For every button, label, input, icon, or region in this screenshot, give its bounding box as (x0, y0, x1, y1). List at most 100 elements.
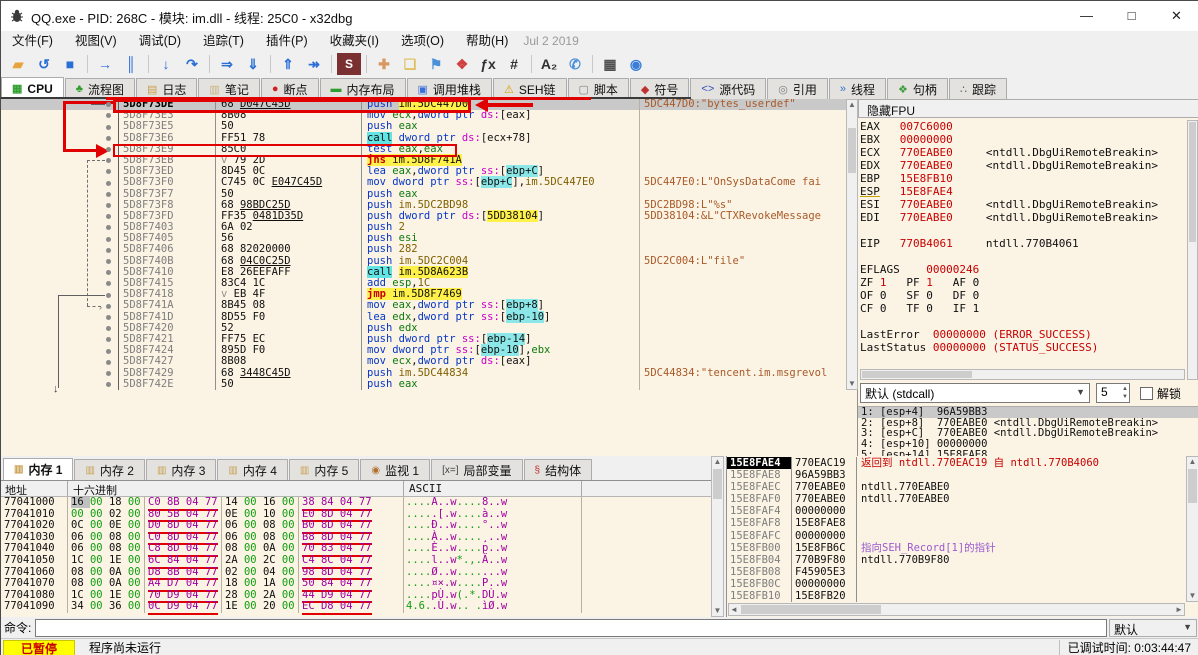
register-line[interactable] (860, 315, 1185, 328)
script-icon[interactable]: S (337, 53, 361, 75)
globe-icon[interactable]: ◉ (624, 53, 648, 75)
bookmarks-icon[interactable]: ❖ (450, 53, 474, 75)
step-out-icon[interactable]: ⇑ (276, 53, 300, 75)
disasm-row[interactable]: 5D8F7429 68 3448C45D push im.5DC44834 5DC44… (1, 367, 846, 379)
disasm-row[interactable]: 5D8F742E 50 push eax (1, 378, 846, 390)
breakpoint-dot[interactable] (106, 135, 111, 141)
breakpoint-dot[interactable] (106, 348, 111, 354)
patches-icon[interactable]: ✚ (372, 53, 396, 75)
tab-CPU[interactable]: ▦ CPU (1, 77, 64, 99)
tab-SEH链[interactable]: ⚠ SEH链 (492, 78, 567, 99)
registers-hscrollbar[interactable] (860, 369, 1185, 380)
tab-句柄[interactable]: ❖ 句柄 (887, 78, 948, 99)
register-line[interactable]: ESI 770EABE0 <ntdll.DbgUiRemoteBreakin> (860, 198, 1185, 211)
breakpoint-dot[interactable] (106, 124, 111, 130)
register-line[interactable]: EDX 770EABE0 <ntdll.DbgUiRemoteBreakin> (860, 159, 1185, 172)
stack-row[interactable]: 15E8FB00 15E8FB6C 指向SEH_Record[1]的指针 (727, 541, 1185, 554)
register-line[interactable] (860, 250, 1185, 263)
pause-icon[interactable]: ║ (119, 53, 143, 75)
calling-convention-dropdown[interactable]: 默认 (stdcall) ▼ (860, 383, 1090, 403)
stack-row[interactable]: 15E8FAE8 96A59BB3 (727, 469, 1185, 482)
step-into-icon[interactable]: ↓ (154, 53, 178, 75)
register-line[interactable]: LastStatus 00000000 (STATUS_SUCCESS) (860, 341, 1185, 354)
stack-hscrollbar[interactable]: ◄ ► (728, 603, 1185, 616)
hide-fpu-button[interactable]: 隐藏FPU (858, 99, 1198, 118)
breakpoint-dot[interactable] (106, 147, 111, 152)
register-line[interactable]: OF 0 SF 0 DF 0 (860, 289, 1185, 302)
breakpoint-dot[interactable] (106, 191, 111, 197)
step-over-icon[interactable]: ↷ (180, 53, 204, 75)
stack-row[interactable]: 15E8FB10 15E8FB20 (727, 590, 1185, 602)
tab-调用堆栈[interactable]: ▣ 调用堆栈 (406, 78, 492, 99)
menu-视图(V)[interactable]: 视图(V) (64, 31, 128, 51)
stack-row[interactable]: 15E8FAF8 15E8FAE8 (727, 517, 1185, 530)
register-line[interactable]: EBX 00000000 (860, 133, 1185, 146)
tab-线程[interactable]: » 线程 (828, 78, 887, 99)
tab-符号[interactable]: ◆ 符号 (629, 78, 690, 99)
debug-device-icon[interactable]: ✆ (563, 53, 587, 75)
register-line[interactable]: EBP 15E8FB10 (860, 172, 1185, 185)
menu-帮助(H)[interactable]: 帮助(H) (455, 31, 519, 51)
unlock-checkbox[interactable] (1140, 386, 1153, 400)
run-icon[interactable]: → (93, 53, 117, 75)
stack-row[interactable]: 15E8FB04 770B9F80 ntdll.770B9F80 (727, 553, 1185, 566)
stack-row[interactable]: 15E8FAE4 770EAC19 返回到 ntdll.770EAC19 自 ntd… (727, 457, 1185, 470)
stack-row[interactable]: 15E8FAEC 770EABE0 ntdll.770EABE0 (727, 481, 1185, 494)
register-line[interactable]: ECX 770EABE0 <ntdll.DbgUiRemoteBreakin> (860, 146, 1185, 159)
registers-vscrollbar[interactable] (1187, 120, 1198, 380)
tab-内存 4[interactable]: ▥ 内存 4 (217, 459, 288, 480)
breakpoint-dot[interactable] (106, 303, 111, 309)
tab-监视 1[interactable]: ◉ 监视 1 (360, 459, 431, 480)
menu-文件(F)[interactable]: 文件(F) (1, 31, 64, 51)
disasm-row[interactable]: 5D8F73F0 C745 0C E047C45D mov dword ptr ss… (1, 176, 846, 189)
menu-插件(P)[interactable]: 插件(P) (255, 31, 319, 51)
restart-icon[interactable]: ↺ (32, 53, 56, 75)
menu-选项(O)[interactable]: 选项(O) (390, 31, 455, 51)
register-line[interactable]: LastError 00000000 (ERROR_SUCCESS) (860, 328, 1185, 341)
tab-日志[interactable]: ▤ 日志 (135, 78, 198, 99)
stack-vscrollbar[interactable]: ▲ ▼ (1186, 456, 1198, 602)
breakpoint-dot[interactable] (106, 359, 111, 365)
tab-流程图[interactable]: ♣ 流程图 (64, 78, 135, 99)
stack-row[interactable]: 15E8FB08 F45905E3 (727, 565, 1185, 578)
register-line[interactable] (860, 224, 1185, 237)
breakpoint-dot[interactable] (106, 247, 111, 253)
breakpoint-dot[interactable] (106, 259, 111, 264)
register-line[interactable]: CF 0 TF 0 IF 1 (860, 302, 1185, 315)
dump-vscrollbar[interactable]: ▲ ▼ (711, 456, 724, 617)
menu-收藏夹(I)[interactable]: 收藏夹(I) (319, 31, 390, 51)
tab-内存 1[interactable]: ▥ 内存 1 (3, 458, 74, 480)
register-line[interactable]: EFLAGS 00000246 (860, 263, 1185, 276)
stack-row[interactable]: 15E8FB0C 00000000 (727, 577, 1185, 591)
stop-icon[interactable]: ■ (58, 53, 82, 75)
breakpoint-dot[interactable] (106, 371, 111, 376)
command-profile-dropdown[interactable]: 默认 ▼ (1109, 618, 1197, 637)
tab-脚本[interactable]: ▢ 脚本 (567, 78, 629, 99)
register-line[interactable]: EDI 770EABE0 <ntdll.DbgUiRemoteBreakin> (860, 211, 1185, 224)
stack-row[interactable]: 15E8FAFC 00000000 (727, 529, 1185, 542)
register-line[interactable]: ZF 1 PF 1 AF 0 (860, 276, 1185, 289)
tab-内存 5[interactable]: ▥ 内存 5 (288, 459, 360, 480)
close-button[interactable]: ✕ (1154, 1, 1198, 31)
comments-icon[interactable]: ❏ (398, 53, 422, 75)
tab-结构体[interactable]: § 结构体 (523, 459, 593, 480)
register-line[interactable]: EIP 770B4061 ntdll.770B4061 (860, 237, 1185, 250)
labels-icon[interactable]: ⚑ (424, 53, 448, 75)
breakpoint-dot[interactable] (106, 236, 111, 242)
tab-内存 2[interactable]: ▥ 内存 2 (74, 459, 145, 480)
stack-row[interactable]: 15E8FAF0 770EABE0 ntdll.770EABE0 (727, 493, 1185, 506)
disassembly-vscrollbar[interactable]: ▲ ▼ (846, 99, 858, 390)
assembler-icon[interactable]: A₂ (537, 53, 561, 75)
open-file-icon[interactable]: ▰ (6, 53, 30, 75)
register-line[interactable]: ESP 15E8FAE4 (860, 185, 1185, 198)
tab-局部变量[interactable]: [x=] 局部变量 (431, 459, 523, 480)
breakpoint-dot[interactable] (106, 292, 111, 298)
analysis-icon[interactable]: # (502, 53, 526, 75)
calculator-icon[interactable]: ▦ (598, 53, 622, 75)
menu-追踪(T)[interactable]: 追踪(T) (192, 31, 255, 51)
register-line[interactable]: EAX 007C6000 (860, 120, 1185, 133)
tab-引用[interactable]: ◎ 引用 (767, 78, 828, 99)
tab-笔记[interactable]: ▥ 笔记 (198, 78, 260, 99)
dump-row[interactable]: 77041090 34 00 36 00 0C D9 04 77 1E 00 20 0… (1, 600, 711, 616)
command-input[interactable] (35, 618, 1107, 637)
